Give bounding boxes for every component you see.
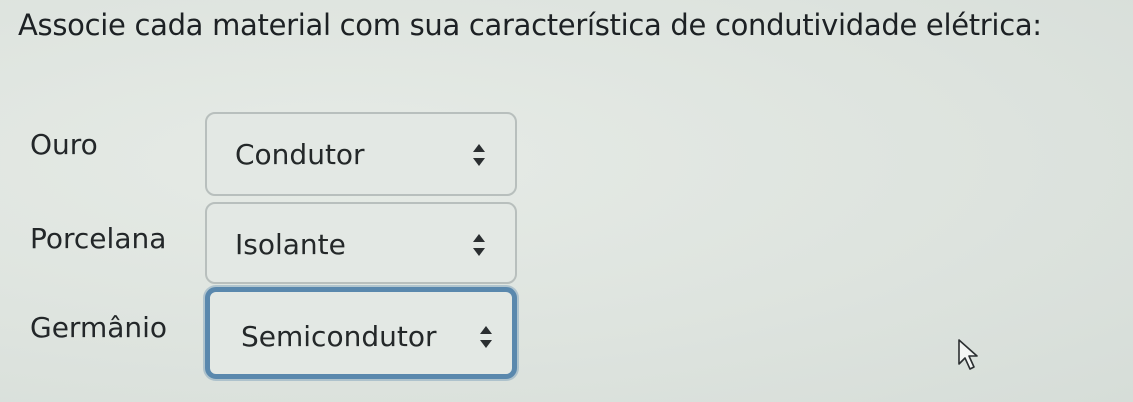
material-label: Ouro bbox=[30, 128, 98, 161]
up-down-caret-icon bbox=[473, 234, 485, 256]
match-row-porcelana: Porcelana Isolante bbox=[0, 202, 560, 286]
conductivity-select-porcelana[interactable]: Isolante bbox=[205, 202, 517, 284]
conductivity-select-ouro[interactable]: Condutor bbox=[205, 112, 517, 196]
up-down-caret-icon bbox=[480, 326, 492, 348]
match-row-germanio: Germânio Semicondutor bbox=[0, 287, 560, 381]
material-label: Porcelana bbox=[30, 222, 167, 255]
match-row-ouro: Ouro Condutor bbox=[0, 112, 560, 198]
up-down-caret-icon bbox=[473, 144, 485, 166]
select-value: Semicondutor bbox=[241, 320, 437, 353]
select-value: Condutor bbox=[235, 138, 365, 171]
mouse-pointer-icon bbox=[958, 339, 978, 370]
conductivity-select-germanio[interactable]: Semicondutor bbox=[205, 287, 517, 379]
select-value: Isolante bbox=[235, 228, 346, 261]
question-text: Associe cada material com sua caracterís… bbox=[18, 8, 1042, 42]
material-label: Germânio bbox=[30, 311, 168, 344]
